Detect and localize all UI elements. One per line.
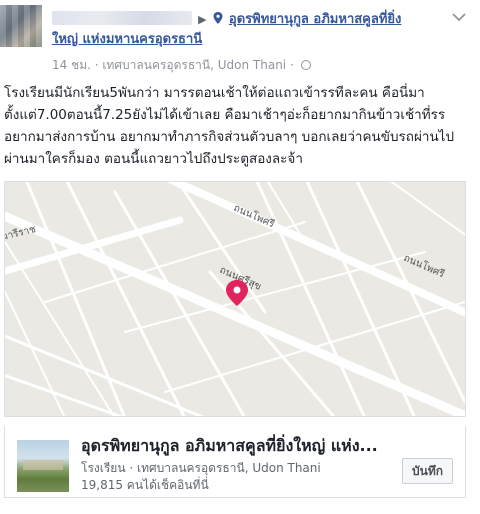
chevron-down-icon[interactable] [452,12,466,22]
location-pin-icon[interactable] [226,280,248,306]
map-pin-icon [213,12,223,24]
map-roads: ถนนโพศรี ถนนโพศรี ถนนศรีสุข วารีราช [5,182,465,416]
place-link-continued[interactable]: ใหญ่ แห่งมหานครอุดรธานี [52,32,202,47]
post-header: ▶ อุดรพิทยานุกูล อภิมหาสคูลที่ยิ่ง ใหญ่ … [52,10,447,50]
author-name-blurred[interactable] [52,11,192,25]
place-card-checkins: 19,815 คนได้เช็คอินที่นี่ [81,478,209,492]
avatar[interactable] [0,5,42,47]
place-thumbnail[interactable] [17,440,69,492]
globe-icon [300,60,311,70]
road-label-right: ถนนโพศรี [402,251,448,281]
location-map[interactable]: ถนนโพศรี ถนนโพศรี ถนนศรีสุข วารีราช [4,181,466,417]
place-card[interactable]: อุดรพิทยานุกูล อภิมหาสคูลที่ยิ่งใหญ่ แห่… [4,426,466,498]
post-timestamp-location[interactable]: 14 ชม. · เทศบาลนครอุดรธานี, Udon Thani · [52,58,294,72]
play-icon: ▶ [198,13,207,26]
place-card-title[interactable]: อุดรพิทยานุกูล อภิมหาสคูลที่ยิ่งใหญ่ แห่… [81,434,381,459]
road-label-top: ถนนโพศรี [232,201,278,231]
post-meta: 14 ชม. · เทศบาลนครอุดรธานี, Udon Thani · [52,56,311,75]
save-button[interactable]: บันทึก [402,458,453,484]
post-body: โรงเรียนมีนักเรียน5พันกว่า มารรตอนเช้าให… [4,85,455,167]
place-link[interactable]: อุดรพิทยานุกูล อภิมหาสคูลที่ยิ่ง [229,12,402,27]
